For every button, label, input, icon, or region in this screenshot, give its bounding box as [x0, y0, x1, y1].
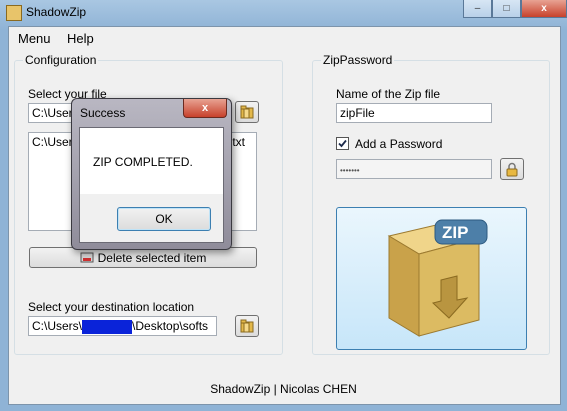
zip-password-group-label: ZipPassword: [321, 53, 395, 67]
add-password-label: Add a Password: [355, 137, 443, 151]
main-window: ShadowZip – □ x Menu Help Configuration …: [0, 0, 567, 411]
footer-text: ShadowZip | Nicolas CHEN: [210, 382, 357, 396]
add-password-checkbox[interactable]: [336, 137, 349, 150]
maximize-button[interactable]: □: [492, 0, 521, 18]
zip-box-icon: [387, 219, 488, 337]
checkmark-icon: [338, 139, 347, 148]
menu-bar: Menu Help: [9, 27, 560, 49]
caption-buttons: – □ x: [463, 0, 567, 18]
zip-name-input[interactable]: zipFile: [336, 103, 492, 123]
delete-button-label: Delete selected item: [97, 250, 207, 265]
password-input[interactable]: •••••••: [336, 159, 492, 179]
configuration-group-label: Configuration: [23, 53, 99, 67]
minimize-button[interactable]: –: [463, 0, 492, 18]
destination-prefix: C:\Users\: [32, 319, 83, 333]
title-bar[interactable]: ShadowZip – □ x: [0, 0, 567, 26]
zip-button[interactable]: ZIP: [336, 207, 527, 350]
window-title: ShadowZip: [26, 5, 87, 19]
browse-file-button[interactable]: [235, 101, 259, 123]
folder-icon: [240, 105, 254, 119]
dialog-message: ZIP COMPLETED.: [93, 155, 193, 169]
destination-suffix: \Desktop\softs: [132, 319, 209, 333]
password-value: •••••••: [340, 166, 360, 175]
ok-button-label: OK: [155, 212, 173, 226]
app-icon: [6, 5, 22, 21]
zip-badge: ZIP: [442, 223, 469, 242]
close-button[interactable]: x: [521, 0, 567, 18]
dialog-close-button[interactable]: x: [183, 99, 227, 118]
dialog-message-area: ZIP COMPLETED.: [80, 128, 223, 194]
close-icon: x: [201, 102, 209, 114]
ok-button[interactable]: OK: [117, 207, 211, 231]
browse-destination-button[interactable]: [235, 315, 259, 337]
redaction-mark: [82, 319, 133, 334]
delete-icon: [80, 252, 94, 262]
list-item-suffix: txt: [232, 135, 245, 149]
destination-label: Select your destination location: [28, 300, 195, 314]
delete-selected-button[interactable]: Delete selected item: [29, 247, 257, 268]
zip-name-label: Name of the Zip file: [336, 87, 441, 101]
menu-item-help[interactable]: Help: [67, 31, 94, 46]
folder-icon: [240, 319, 254, 333]
dialog-title: Success: [80, 106, 126, 120]
destination-input[interactable]: C:\Users\ \Desktop\softs: [28, 316, 217, 336]
menu-item-menu[interactable]: Menu: [18, 31, 51, 46]
lock-button[interactable]: [500, 158, 524, 180]
lock-icon: [506, 162, 518, 176]
zip-name-value: zipFile: [340, 106, 375, 120]
